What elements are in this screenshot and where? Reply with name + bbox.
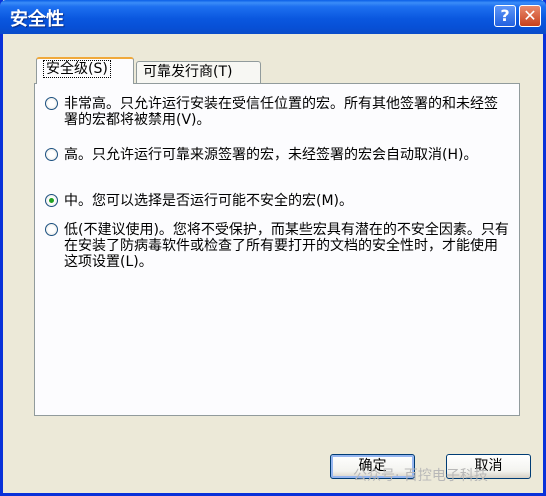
option-low[interactable]: 低(不建议使用)。您将不受保护，而某些宏具有潜在的不安全因素。只有在安装了防病毒…: [45, 222, 511, 276]
security-dialog: 安全性 ? ✕ 安全级(S) 可靠发行商(T) 非常高。只允许运行安装在受信任位…: [0, 0, 546, 496]
option-low-label: 低(不建议使用)。您将不受保护，而某些宏具有潜在的不安全因素。只有在安装了防病毒…: [64, 222, 509, 270]
tab-security-level-label: 安全级(S): [43, 60, 111, 78]
tab-trusted-publishers-label: 可靠发行商(T): [143, 64, 233, 80]
close-icon[interactable]: ✕: [519, 5, 541, 27]
option-high[interactable]: 高。只允许运行可靠来源签署的宏，未经签署的宏会自动取消(H)。: [45, 147, 511, 183]
tab-trusted-publishers[interactable]: 可靠发行商(T): [136, 61, 261, 83]
watermark: 公众号· 百控电子科技: [353, 468, 488, 484]
window-title: 安全性: [10, 9, 64, 30]
option-high-label: 高。只允许运行可靠来源签署的宏，未经签署的宏会自动取消(H)。: [64, 147, 478, 163]
radio-very-high[interactable]: [45, 97, 58, 110]
option-very-high-label: 非常高。只允许运行安装在受信任位置的宏。所有其他签署的和未经签署的宏都将被禁用(…: [64, 96, 498, 128]
radio-low[interactable]: [45, 223, 58, 236]
option-very-high[interactable]: 非常高。只允许运行安装在受信任位置的宏。所有其他签署的和未经签署的宏都将被禁用(…: [45, 96, 511, 132]
tab-security-level[interactable]: 安全级(S): [36, 57, 134, 84]
tab-panel: 非常高。只允许运行安装在受信任位置的宏。所有其他签署的和未经签署的宏都将被禁用(…: [34, 83, 520, 416]
radio-medium[interactable]: [45, 194, 58, 207]
title-bar[interactable]: 安全性 ? ✕: [0, 0, 546, 34]
option-medium[interactable]: 中。您可以选择是否运行可能不安全的宏(M)。: [45, 193, 511, 211]
help-icon[interactable]: ?: [494, 5, 516, 27]
option-medium-label: 中。您可以选择是否运行可能不安全的宏(M)。: [64, 193, 354, 209]
radio-high[interactable]: [45, 148, 58, 161]
